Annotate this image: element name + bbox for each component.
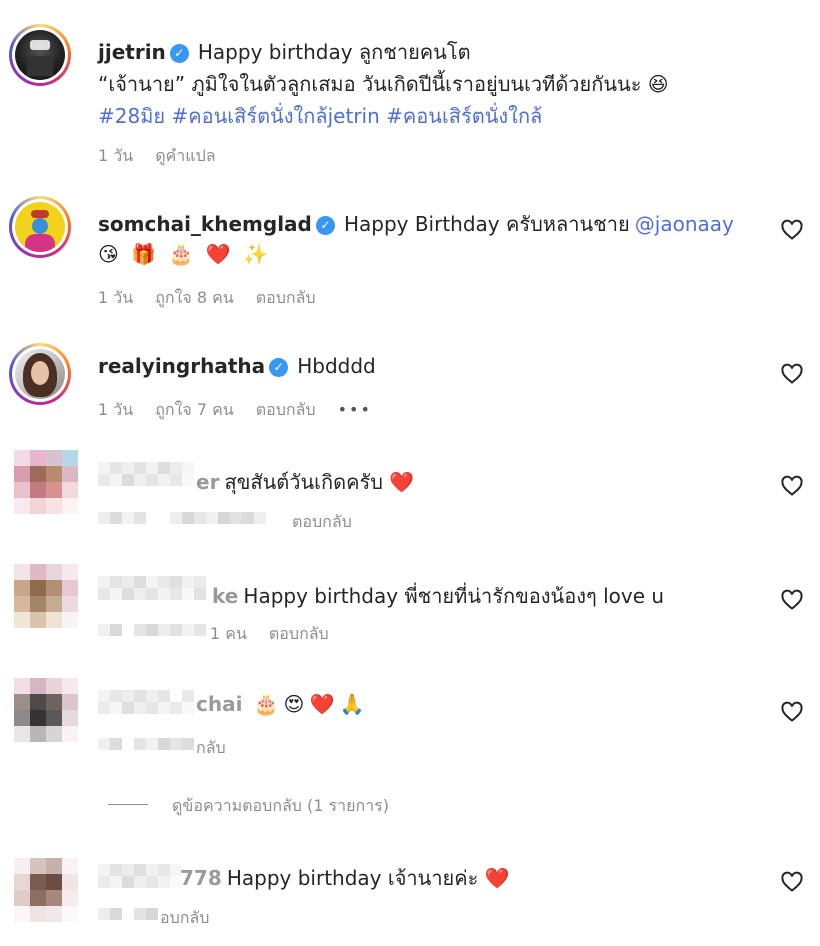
verified-badge-icon: ✓ (269, 358, 289, 377)
hashtags-link[interactable]: #28มิย #คอนเสิร์ตนั่งใกล้jetrin #คอนเสิร… (98, 100, 542, 132)
comment-text: Happy birthday เจ้านายค่ะ ❤️ (226, 866, 510, 890)
pixelated-meta (98, 512, 266, 524)
reply-button[interactable]: ตอบกลับ (256, 288, 316, 307)
username-tail[interactable]: chai (196, 692, 242, 716)
heart-outline-icon[interactable] (780, 870, 804, 894)
username[interactable]: jjetrin (98, 40, 166, 64)
heart-emoji-icon: ❤️ (205, 242, 231, 266)
comment-time: 1 วัน (98, 146, 134, 165)
comment-text: สุขสันต์วันเกิดครับ ❤️ (224, 470, 415, 494)
username-tail[interactable]: 778 (180, 866, 222, 890)
pixelated-meta (98, 738, 194, 750)
pixelated-username (98, 864, 182, 888)
heart-outline-icon[interactable] (780, 700, 804, 724)
comment-text: Happy birthday พี่ชายที่น่ารักของน้องๆ l… (243, 584, 665, 608)
avatar-pixelated[interactable] (14, 564, 78, 628)
reply-button[interactable]: อบกลับ (160, 908, 209, 927)
likes-count[interactable]: ถูกใจ 8 คน (155, 288, 234, 307)
pixelated-username (98, 462, 194, 486)
cake-emoji-icon: 🎂 (168, 242, 194, 266)
avatar-realyingrhatha[interactable] (9, 343, 71, 405)
comment-time: 1 วัน (98, 400, 134, 419)
emoji-row: 😘 🎁 🎂 ❤️ ✨ (98, 242, 268, 266)
likes-count[interactable]: 1 คน (210, 624, 247, 643)
comment-text: Hbdddd (297, 354, 376, 378)
likes-count[interactable]: ถูกใจ 7 คน (155, 400, 234, 419)
translate-link[interactable]: ดูคำแปล (155, 146, 215, 165)
divider-line (108, 804, 148, 805)
mention-link[interactable]: @jaonaay (635, 212, 734, 236)
comment-time: 1 วัน (98, 288, 134, 307)
heart-eyes-emoji-icon: 😍 (283, 692, 305, 716)
heart-outline-icon[interactable] (780, 218, 804, 242)
verified-badge-icon: ✓ (315, 216, 335, 235)
heart-outline-icon[interactable] (780, 474, 804, 498)
pixelated-username (98, 690, 194, 714)
reply-button[interactable]: ตอบกลับ (256, 400, 316, 419)
username-tail[interactable]: ke (212, 584, 238, 608)
kiss-emoji-icon: 😘 (98, 242, 119, 266)
pixelated-username (98, 576, 206, 600)
sparkles-emoji-icon: ✨ (243, 242, 268, 266)
reply-button[interactable]: ตอบกลับ (292, 512, 352, 531)
username[interactable]: realyingrhatha (98, 354, 265, 378)
comment-text: Happy Birthday ครับหลานชาย (343, 212, 630, 236)
comment-text-line2: “เจ้านาย” ภูมิใจในตัวลูกเสมอ วันเกิดปีนี… (98, 72, 669, 96)
comment-text-line1: Happy birthday ลูกชายคนโต (197, 40, 471, 64)
avatar-pixelated[interactable] (14, 678, 78, 742)
pray-emoji-icon: 🙏 (339, 692, 365, 716)
verified-badge-icon: ✓ (169, 44, 189, 63)
reply-button[interactable]: ตอบกลับ (269, 624, 329, 643)
avatar-somchai[interactable] (9, 196, 71, 258)
avatar-jjetrin[interactable] (9, 24, 71, 86)
gift-emoji-icon: 🎁 (131, 242, 157, 266)
avatar-pixelated[interactable] (14, 450, 78, 514)
view-replies-label[interactable]: ดูข้อความตอบกลับ (1 รายการ) (172, 794, 389, 819)
heart-emoji-icon: ❤️ (309, 692, 335, 716)
more-options-icon[interactable]: ••• (338, 400, 372, 419)
pixelated-meta (98, 908, 158, 920)
pixelated-meta (98, 624, 206, 636)
username[interactable]: somchai_khemglad (98, 212, 312, 236)
reply-button[interactable]: กลับ (196, 738, 226, 757)
username-tail[interactable]: er (196, 470, 219, 494)
avatar-pixelated[interactable] (14, 858, 78, 922)
heart-outline-icon[interactable] (780, 362, 804, 386)
heart-outline-icon[interactable] (780, 588, 804, 612)
cake-emoji-icon: 🎂 (253, 692, 279, 716)
